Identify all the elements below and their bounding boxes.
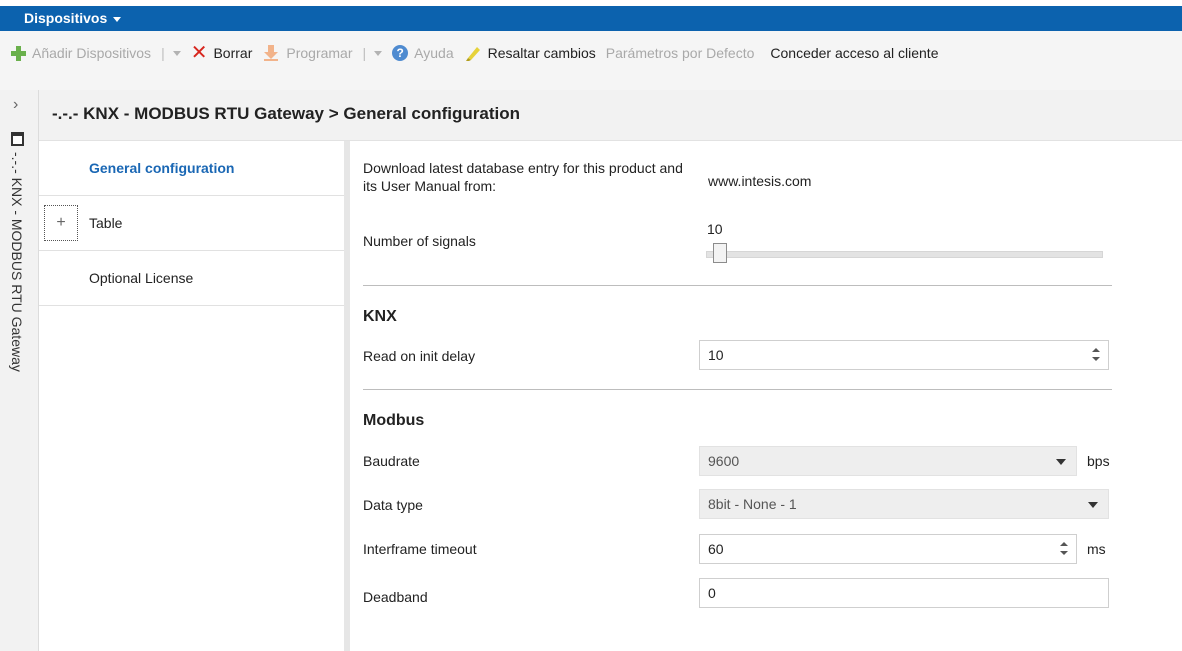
page-header: -.-.- KNX - MODBUS RTU Gateway > General…	[39, 90, 1182, 141]
divider	[363, 389, 1112, 390]
grant-client-access-label: Conceder acceso al cliente	[770, 45, 939, 61]
delete-label: Borrar	[213, 45, 253, 61]
program-label: Programar	[286, 45, 353, 61]
chevron-down-icon	[1056, 459, 1066, 465]
interframe-timeout-input[interactable]: 60	[699, 534, 1077, 564]
page-title: -.-.- KNX - MODBUS RTU Gateway > General…	[52, 104, 521, 123]
modbus-section-title: Modbus	[363, 412, 425, 429]
chevron-down-icon	[1088, 502, 1098, 508]
add-icon	[10, 45, 26, 61]
baudrate-select[interactable]: 9600	[699, 446, 1077, 476]
general-configuration-form: Download latest database entry for this …	[350, 141, 1182, 651]
program-button[interactable]: Programar	[262, 44, 353, 62]
nav-item-general-configuration[interactable]: General configuration	[39, 141, 344, 196]
interframe-timeout-value: 60	[708, 541, 724, 557]
read-on-init-delay-value: 10	[708, 347, 724, 363]
default-parameters-button[interactable]: Parámetros por Defecto	[606, 45, 755, 61]
divider	[363, 285, 1112, 286]
delete-icon: ✕	[190, 42, 208, 64]
intesis-website-link[interactable]: www.intesis.com	[708, 173, 811, 189]
nav-item-label: Optional License	[89, 270, 194, 286]
chevron-down-icon	[113, 16, 122, 22]
baudrate-value: 9600	[708, 453, 740, 469]
help-icon: ?	[392, 45, 409, 61]
top-menu-bar: Dispositivos	[0, 6, 1182, 31]
deadband-value: 0	[708, 585, 716, 601]
toolbar-separator: |	[161, 45, 165, 61]
nav-item-label: Table	[89, 215, 123, 231]
download-arrow-icon	[264, 45, 279, 61]
toolbar: Añadir Dispositivos | ✕ Borrar Programar…	[0, 31, 1182, 91]
expand-chevron-icon[interactable]: ›	[13, 96, 18, 114]
config-nav: General configuration + Table Optional L…	[39, 141, 350, 651]
data-type-value: 8bit - None - 1	[708, 496, 797, 512]
data-type-select[interactable]: 8bit - None - 1	[699, 489, 1109, 519]
highlighter-icon	[465, 47, 480, 61]
nav-item-label: General configuration	[89, 160, 235, 176]
deadband-input[interactable]: 0	[699, 578, 1109, 608]
deadband-label: Deadband	[363, 589, 428, 605]
highlight-changes-button[interactable]: Resaltar cambios	[464, 44, 596, 62]
download-info-label: Download latest database entry for this …	[363, 160, 683, 194]
highlight-changes-label: Resaltar cambios	[487, 45, 596, 61]
interframe-timeout-unit: ms	[1087, 541, 1106, 557]
devices-menu[interactable]: Dispositivos	[24, 10, 122, 26]
add-devices-dropdown-icon[interactable]	[172, 50, 181, 56]
spinner-icon[interactable]	[1092, 346, 1100, 364]
number-of-signals-label: Number of signals	[363, 233, 476, 249]
delete-button[interactable]: ✕ Borrar	[190, 42, 253, 64]
spinner-icon[interactable]	[1060, 540, 1068, 558]
read-on-init-delay-label: Read on init delay	[363, 348, 476, 364]
read-on-init-delay-input[interactable]: 10	[699, 340, 1109, 370]
slider-thumb[interactable]	[713, 243, 727, 263]
collapsed-device-panel: › -.-.- KNX - MODBUS RTU Gateway	[0, 90, 39, 651]
toolbar-separator: |	[362, 45, 367, 61]
data-type-label: Data type	[363, 497, 423, 513]
device-tab-label[interactable]: -.-.- KNX - MODBUS RTU Gateway	[9, 152, 25, 372]
help-button[interactable]: ? Ayuda	[392, 45, 454, 61]
number-of-signals-value: 10	[707, 221, 723, 237]
number-of-signals-slider[interactable]	[706, 251, 1103, 258]
help-label: Ayuda	[414, 45, 454, 61]
default-parameters-label: Parámetros por Defecto	[605, 45, 755, 61]
baudrate-unit: bps	[1087, 453, 1110, 469]
interframe-timeout-label: Interframe timeout	[363, 541, 477, 557]
expand-plus-icon[interactable]: +	[44, 205, 78, 241]
devices-menu-label: Dispositivos	[24, 10, 108, 26]
nav-item-optional-license[interactable]: Optional License	[39, 251, 344, 306]
nav-item-table[interactable]: + Table	[39, 196, 344, 251]
program-dropdown-icon[interactable]	[374, 50, 383, 56]
knx-section-title: KNX	[363, 308, 397, 325]
add-devices-button[interactable]: Añadir Dispositivos	[10, 45, 151, 61]
grant-client-access-button[interactable]: Conceder acceso al cliente	[770, 45, 938, 61]
device-icon	[11, 132, 24, 146]
baudrate-label: Baudrate	[363, 453, 420, 469]
add-devices-label: Añadir Dispositivos	[32, 45, 152, 61]
